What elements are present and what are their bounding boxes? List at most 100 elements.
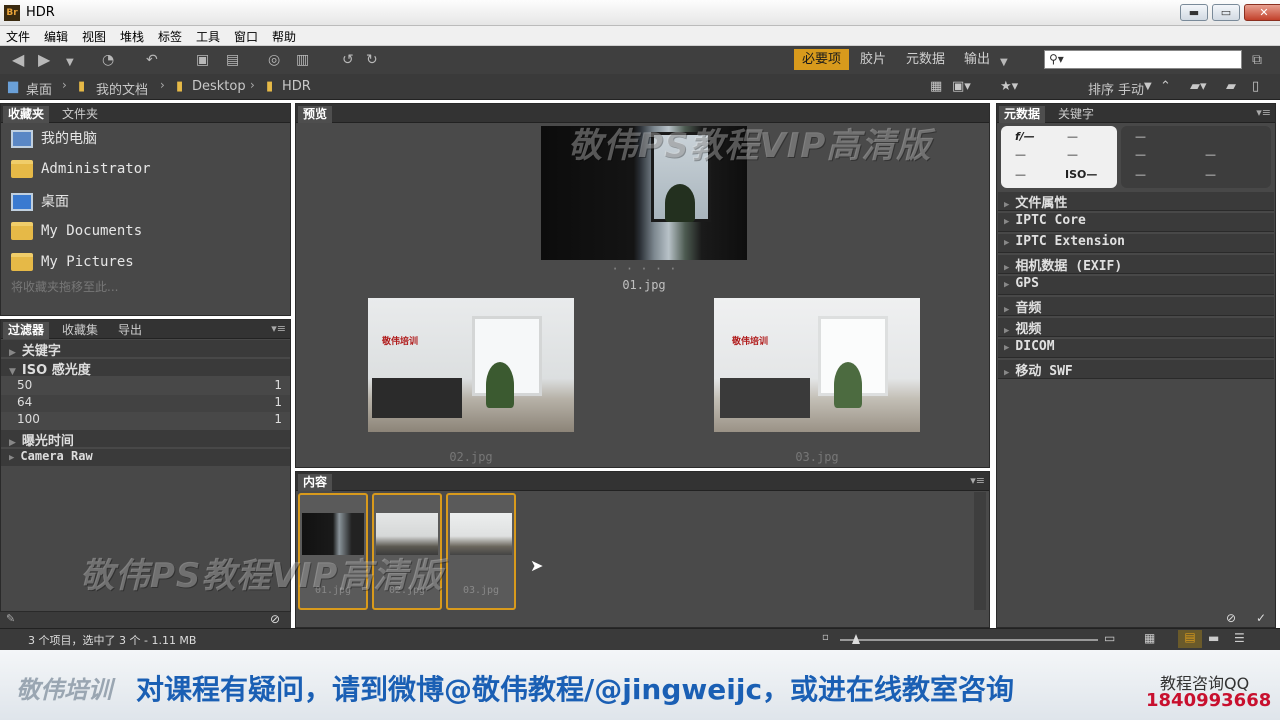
tab-favorites[interactable]: 收藏夹 bbox=[3, 106, 50, 123]
filter-iso-row[interactable]: 50 1 bbox=[1, 378, 290, 395]
chevron-down-icon[interactable]: ▼ bbox=[66, 55, 74, 71]
sort-value[interactable]: 手动 bbox=[1118, 79, 1144, 98]
breadcrumb-documents[interactable]: 我的文档 bbox=[96, 79, 148, 98]
small-thumb-icon[interactable]: ▫ bbox=[822, 632, 829, 643]
filter-iso-header[interactable]: ▼ ISO 感光度 bbox=[1, 359, 290, 378]
favorite-administrator[interactable]: Administrator bbox=[11, 160, 151, 178]
compact-mode-icon[interactable]: ⧉ bbox=[1252, 52, 1262, 68]
star-filter-icon[interactable]: ★▾ bbox=[1000, 79, 1018, 94]
preview-image-02[interactable]: 敬伟培训 bbox=[368, 298, 574, 432]
open-recent-icon[interactable]: ▰▾ bbox=[1190, 79, 1207, 94]
tab-preview[interactable]: 预览 bbox=[298, 106, 333, 123]
rotate-right-icon[interactable]: ↻ bbox=[366, 52, 378, 68]
quality-options-icon[interactable]: ▦ bbox=[930, 79, 942, 94]
sort-label[interactable]: 排序 bbox=[1088, 79, 1114, 98]
forward-arrow-icon[interactable]: ▶ bbox=[38, 52, 50, 68]
tab-keywords[interactable]: 关键字 bbox=[1053, 106, 1099, 123]
meta-section-iptc-core[interactable]: ▶ IPTC Core bbox=[998, 213, 1274, 232]
watermark-text: 敬伟PS教程VIP高清版 bbox=[80, 556, 444, 596]
workspace-output[interactable]: 输出 bbox=[964, 49, 990, 70]
meta-section-dicom[interactable]: ▶ DICOM bbox=[998, 339, 1274, 358]
documents-icon: ▮ bbox=[78, 79, 86, 94]
menu-stack[interactable]: 堆栈 bbox=[120, 28, 144, 45]
tab-folders[interactable]: 文件夹 bbox=[57, 106, 103, 123]
tab-collections[interactable]: 收藏集 bbox=[57, 322, 103, 339]
pin-icon[interactable]: ✎ bbox=[6, 612, 15, 625]
rating-dots[interactable]: · · · · · bbox=[541, 262, 747, 276]
menu-window[interactable]: 窗口 bbox=[234, 28, 258, 45]
meta-section-file-properties[interactable]: ▶ 文件属性 bbox=[998, 192, 1274, 211]
details-view-icon[interactable]: ▬ bbox=[1208, 631, 1219, 645]
minimize-button[interactable]: ▬ bbox=[1180, 4, 1208, 21]
back-arrow-icon[interactable]: ◀ bbox=[12, 52, 24, 68]
folder-icon bbox=[11, 222, 33, 240]
expanded-triangle-icon: ▼ bbox=[9, 367, 16, 377]
filter-camera-raw[interactable]: ▶ Camera Raw bbox=[1, 449, 290, 466]
search-input[interactable]: ⚲▾ bbox=[1044, 50, 1242, 69]
thumbnail-quality-icon[interactable]: ▣▾ bbox=[952, 79, 971, 94]
apply-check-icon[interactable]: ✓ bbox=[1256, 611, 1266, 625]
clear-metadata-icon[interactable]: ⊘ bbox=[1226, 611, 1236, 625]
sort-ascending-icon[interactable]: ⌃ bbox=[1160, 79, 1171, 94]
filter-keywords[interactable]: ▶ 关键字 bbox=[1, 340, 290, 359]
menu-edit[interactable]: 编辑 bbox=[44, 28, 68, 45]
menu-file[interactable]: 文件 bbox=[6, 28, 30, 45]
title-bar: Br HDR ▬ ▭ ✕ bbox=[0, 0, 1280, 26]
favorite-my-documents[interactable]: My Documents bbox=[11, 222, 142, 240]
clear-filter-icon[interactable]: ⊘ bbox=[270, 612, 280, 626]
meta-section-audio[interactable]: ▶ 音频 bbox=[998, 297, 1274, 316]
thumbnail-size-slider[interactable] bbox=[840, 639, 1098, 641]
collapsed-triangle-icon: ▶ bbox=[1004, 326, 1010, 336]
list-view-icon[interactable]: ☰ bbox=[1234, 631, 1245, 645]
filter-footer: ✎ ⊘ bbox=[0, 612, 291, 628]
filter-iso-row[interactable]: 100 1 bbox=[1, 412, 290, 429]
output-icon[interactable]: ▥ bbox=[296, 52, 309, 68]
menu-bar: 文件 编辑 视图 堆栈 标签 工具 窗口 帮助 bbox=[0, 26, 1280, 46]
thumbnail-view-icon[interactable]: ▤ bbox=[1178, 630, 1202, 648]
panel-menu-icon[interactable]: ▾≡ bbox=[970, 474, 985, 487]
favorite-my-pictures[interactable]: My Pictures bbox=[11, 253, 134, 271]
filter-iso-row[interactable]: 64 1 bbox=[1, 395, 290, 412]
filter-exposure-time[interactable]: ▶ 曝光时间 bbox=[1, 430, 290, 449]
meta-section-exif[interactable]: ▶ 相机数据 (EXIF) bbox=[998, 255, 1274, 274]
new-folder-icon[interactable]: ▰ bbox=[1226, 79, 1236, 94]
favorite-desktop[interactable]: 桌面 bbox=[11, 191, 69, 211]
menu-help[interactable]: 帮助 bbox=[272, 28, 296, 45]
tab-filter[interactable]: 过滤器 bbox=[3, 322, 50, 339]
meta-section-mobile-swf[interactable]: ▶ 移动 SWF bbox=[998, 360, 1274, 379]
boomerang-icon[interactable]: ↶ bbox=[146, 52, 158, 68]
panel-menu-icon[interactable]: ▾≡ bbox=[1256, 106, 1271, 119]
workspace-dropdown-icon[interactable]: ▼ bbox=[1000, 55, 1008, 71]
breadcrumb-desktop[interactable]: 桌面 bbox=[26, 79, 52, 98]
workspace-essentials[interactable]: 必要项 bbox=[794, 49, 850, 70]
tab-content[interactable]: 内容 bbox=[298, 474, 333, 491]
meta-section-gps[interactable]: ▶ GPS bbox=[998, 276, 1274, 295]
content-scrollbar[interactable] bbox=[974, 492, 986, 610]
workspace-filmstrip[interactable]: 胶片 bbox=[860, 49, 886, 70]
grid-view-icon[interactable]: ▦ bbox=[1144, 631, 1155, 645]
close-button[interactable]: ✕ bbox=[1244, 4, 1280, 21]
sort-dropdown-icon[interactable]: ▼ bbox=[1144, 81, 1152, 92]
menu-tools[interactable]: 工具 bbox=[196, 28, 220, 45]
refine-icon[interactable]: ▤ bbox=[226, 52, 239, 68]
breadcrumb-hdr[interactable]: HDR bbox=[282, 79, 311, 94]
meta-section-video[interactable]: ▶ 视频 bbox=[998, 318, 1274, 337]
content-thumb-03[interactable]: 03.jpg bbox=[446, 493, 516, 610]
panel-menu-icon[interactable]: ▾≡ bbox=[271, 322, 286, 335]
workspace-metadata[interactable]: 元数据 bbox=[906, 49, 945, 70]
rotate-left-icon[interactable]: ↺ bbox=[342, 52, 354, 68]
trash-icon[interactable]: ▯ bbox=[1252, 79, 1259, 94]
meta-section-iptc-extension[interactable]: ▶ IPTC Extension bbox=[998, 234, 1274, 253]
open-in-camera-raw-icon[interactable]: ◎ bbox=[268, 52, 280, 68]
menu-view[interactable]: 视图 bbox=[82, 28, 106, 45]
maximize-button[interactable]: ▭ bbox=[1212, 4, 1240, 21]
favorite-my-computer[interactable]: 我的电脑 bbox=[11, 128, 97, 148]
recent-folders-icon[interactable]: ◔ bbox=[102, 52, 114, 68]
tab-export[interactable]: 导出 bbox=[113, 322, 147, 339]
preview-image-03[interactable]: 敬伟培训 bbox=[714, 298, 920, 432]
camera-import-icon[interactable]: ▣ bbox=[196, 52, 209, 68]
tab-metadata[interactable]: 元数据 bbox=[999, 106, 1046, 123]
menu-label[interactable]: 标签 bbox=[158, 28, 182, 45]
breadcrumb-desktop-folder[interactable]: Desktop bbox=[192, 79, 246, 94]
large-thumb-icon[interactable]: ▭ bbox=[1104, 631, 1115, 645]
